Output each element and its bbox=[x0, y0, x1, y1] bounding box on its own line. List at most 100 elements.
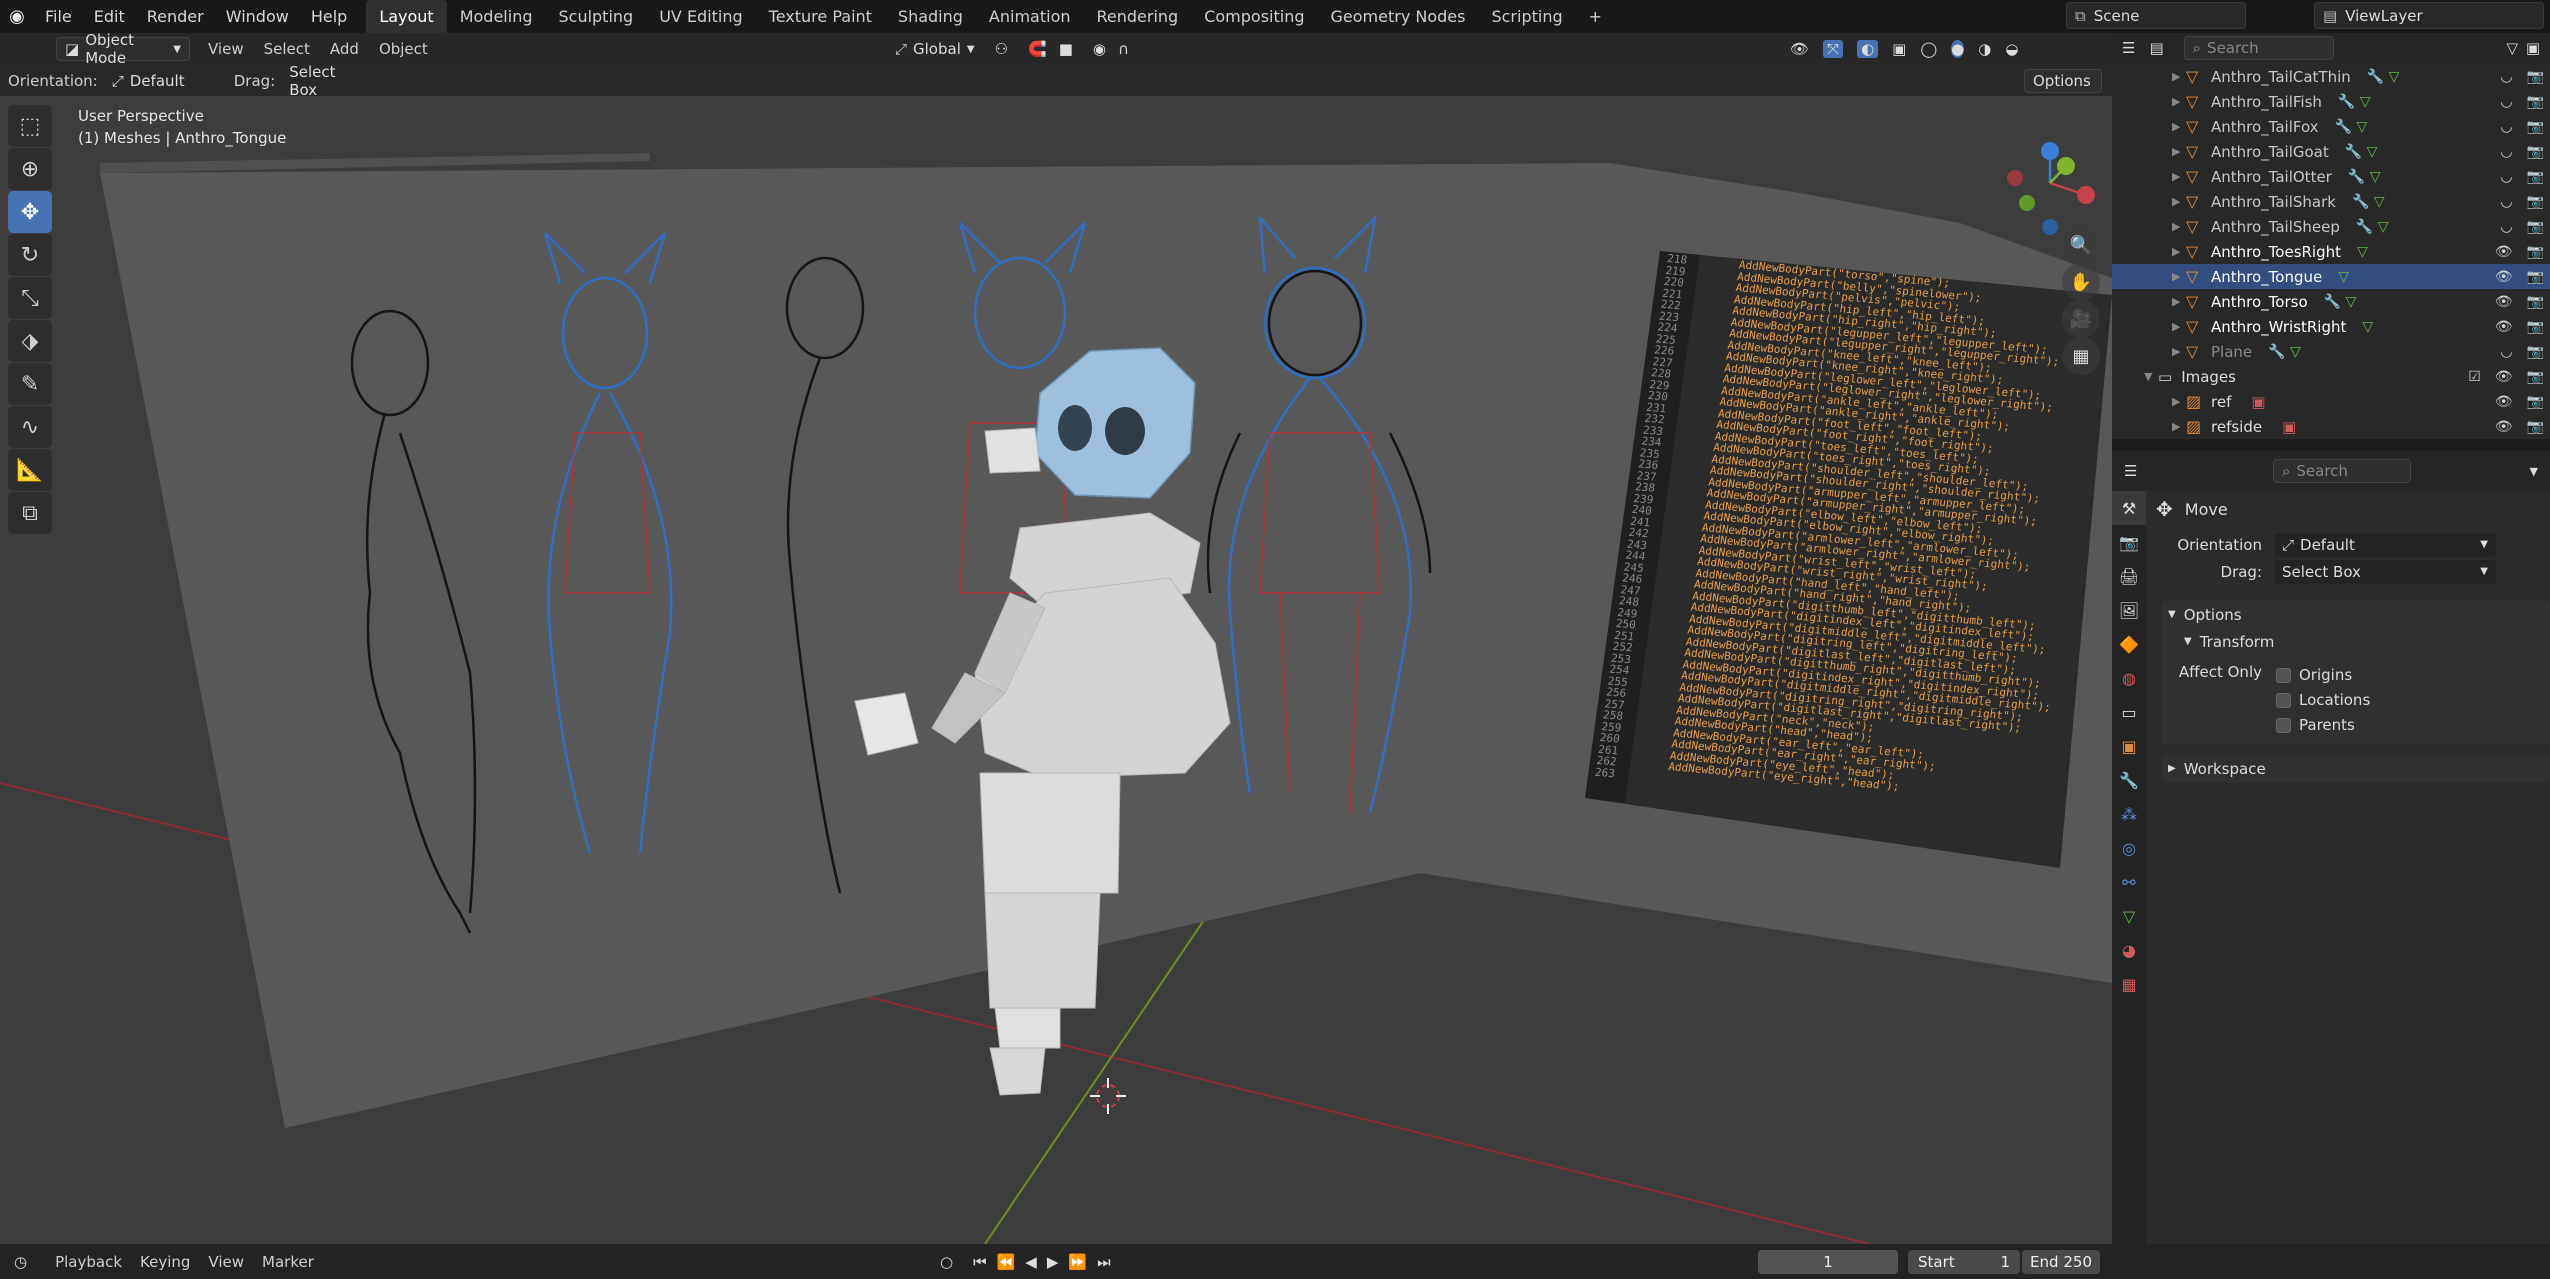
hidden-icon[interactable]: ◡ bbox=[2500, 144, 2512, 160]
eye-icon[interactable]: 👁 bbox=[2495, 269, 2513, 285]
curve-tool-icon[interactable]: ∿ bbox=[8, 406, 52, 448]
play-reverse-icon[interactable]: ◀ bbox=[1025, 1253, 1037, 1271]
parents-checkbox[interactable]: Parents bbox=[2276, 713, 2370, 738]
camera-icon[interactable]: 📷 bbox=[2527, 319, 2544, 335]
properties-search[interactable]: ⌕ Search bbox=[2273, 459, 2411, 483]
record-icon[interactable]: ○ bbox=[940, 1253, 953, 1271]
outliner-item[interactable]: ▶ ▽ Anthro_TailGoat 🔧 ▽ ◡ 📷 bbox=[2112, 139, 2550, 164]
filter-icon[interactable]: ▽ bbox=[2506, 39, 2518, 57]
snap-target-icon[interactable]: ■ bbox=[1059, 40, 1073, 58]
add-cube-tool-icon[interactable]: ⧉ bbox=[8, 492, 52, 534]
hidden-icon[interactable]: ◡ bbox=[2500, 219, 2512, 235]
falloff-icon[interactable]: ∩ bbox=[1118, 40, 1129, 58]
outliner-item[interactable]: ▶ ▽ Anthro_Torso 🔧 ▽ 👁 📷 bbox=[2112, 289, 2550, 314]
display-mode-icon[interactable]: ▤ bbox=[2149, 39, 2163, 57]
collapse-icon[interactable]: ▼ bbox=[2144, 370, 2158, 383]
add-workspace-button[interactable]: + bbox=[1576, 0, 1615, 33]
snap-icon[interactable]: 🧲 bbox=[1028, 40, 1047, 58]
outliner-item[interactable]: ▶ ▨ ref ▣ 👁 📷 bbox=[2112, 389, 2550, 414]
checkbox-icon[interactable]: ☑ bbox=[2468, 369, 2481, 385]
camera-icon[interactable]: 📷 bbox=[2527, 169, 2544, 185]
play-icon[interactable]: ▶ bbox=[1047, 1253, 1059, 1271]
drag-dropdown[interactable]: Select Box ▼ bbox=[2274, 559, 2496, 584]
constraints-tab-icon[interactable]: ⚯ bbox=[2112, 865, 2146, 899]
transform-subpanel-header[interactable]: ▼ Transform bbox=[2162, 628, 2550, 655]
tab-sculpting[interactable]: Sculpting bbox=[545, 0, 646, 33]
expand-icon[interactable]: ▶ bbox=[2172, 70, 2186, 83]
locations-checkbox[interactable]: Locations bbox=[2276, 688, 2370, 713]
camera-icon[interactable]: 📷 bbox=[2527, 394, 2544, 410]
drag-dropdown[interactable]: Select Box bbox=[281, 63, 375, 99]
expand-icon[interactable]: ▶ bbox=[2172, 170, 2186, 183]
data-tab-icon[interactable]: ▽ bbox=[2112, 899, 2146, 933]
move-tool-icon[interactable]: ✥ bbox=[8, 191, 52, 233]
tab-geometry-nodes[interactable]: Geometry Nodes bbox=[1318, 0, 1479, 33]
camera-icon[interactable]: 📷 bbox=[2527, 244, 2544, 260]
expand-icon[interactable]: ▶ bbox=[2172, 395, 2186, 408]
zoom-icon[interactable]: 🔍 bbox=[2062, 226, 2100, 264]
end-frame-field[interactable]: End 250 bbox=[2022, 1249, 2100, 1274]
camera-icon[interactable]: 📷 bbox=[2527, 69, 2544, 85]
pivot-icon[interactable]: ⚇ bbox=[995, 40, 1008, 58]
hidden-icon[interactable]: ◡ bbox=[2500, 94, 2512, 110]
tab-uv-editing[interactable]: UV Editing bbox=[646, 0, 755, 33]
expand-icon[interactable]: ▶ bbox=[2172, 320, 2186, 333]
camera-icon[interactable]: 📷 bbox=[2527, 219, 2544, 235]
orientation-dropdown[interactable]: ⤢ Default bbox=[104, 69, 222, 93]
tab-scripting[interactable]: Scripting bbox=[1478, 0, 1575, 33]
material-shading-icon[interactable]: ◑ bbox=[1978, 40, 1991, 58]
eye-icon[interactable]: 👁 bbox=[2495, 369, 2513, 385]
eye-icon[interactable]: 👁 bbox=[2495, 419, 2513, 435]
visibility-icon[interactable]: 👁 bbox=[1790, 40, 1809, 58]
camera-icon[interactable]: 📷 bbox=[2527, 294, 2544, 310]
expand-icon[interactable]: ▶ bbox=[2172, 95, 2186, 108]
collection-tab-icon[interactable]: ▭ bbox=[2112, 695, 2146, 729]
tool-tab-icon[interactable]: ⚒ bbox=[2112, 491, 2146, 525]
camera-icon[interactable]: 📷 bbox=[2527, 369, 2544, 385]
world-tab-icon[interactable]: ◍ bbox=[2112, 661, 2146, 695]
blender-logo-icon[interactable]: ◉ bbox=[0, 0, 34, 33]
view-menu[interactable]: View bbox=[208, 1253, 244, 1271]
next-keyframe-icon[interactable]: ⏩ bbox=[1068, 1253, 1087, 1271]
material-tab-icon[interactable]: ◕ bbox=[2112, 933, 2146, 967]
scene-selector[interactable]: ⧉ Scene bbox=[2066, 2, 2246, 29]
physics-tab-icon[interactable]: ◎ bbox=[2112, 831, 2146, 865]
hidden-icon[interactable]: ◡ bbox=[2500, 119, 2512, 135]
tab-layout[interactable]: Layout bbox=[366, 0, 447, 33]
view-menu[interactable]: View bbox=[208, 40, 244, 58]
tab-animation[interactable]: Animation bbox=[976, 0, 1084, 33]
chevron-down-icon[interactable]: ▼ bbox=[2530, 465, 2538, 478]
outliner-item[interactable]: ▶ ▽ Anthro_TailCatThin 🔧 ▽ ◡ 📷 bbox=[2112, 64, 2550, 89]
origins-checkbox[interactable]: Origins bbox=[2276, 663, 2370, 688]
proportional-edit-icon[interactable]: ◉ bbox=[1093, 40, 1106, 58]
outliner-item[interactable]: ▶ ▽ Anthro_TailFox 🔧 ▽ ◡ 📷 bbox=[2112, 114, 2550, 139]
hidden-icon[interactable]: ◡ bbox=[2500, 169, 2512, 185]
overlay-icon[interactable]: ◐ bbox=[1857, 40, 1879, 58]
outliner-item-selected[interactable]: ▶ ▽ Anthro_Tongue ▽ 👁 📷 bbox=[2112, 264, 2550, 289]
properties-editor-icon[interactable]: ☰ bbox=[2124, 462, 2137, 480]
wireframe-shading-icon[interactable]: ◯ bbox=[1920, 40, 1937, 58]
camera-icon[interactable]: 📷 bbox=[2527, 344, 2544, 360]
outliner-item[interactable]: ▶ ▽ Anthro_WristRight ▽ 👁 📷 bbox=[2112, 314, 2550, 339]
eye-icon[interactable]: 👁 bbox=[2495, 244, 2513, 260]
rendered-shading-icon[interactable]: ◒ bbox=[2005, 40, 2018, 58]
outliner-item[interactable]: ▶ ▽ Anthro_TailOtter 🔧 ▽ ◡ 📷 bbox=[2112, 164, 2550, 189]
menu-edit[interactable]: Edit bbox=[83, 0, 136, 33]
options-panel-header[interactable]: ▼ Options bbox=[2162, 601, 2550, 628]
tab-shading[interactable]: Shading bbox=[885, 0, 976, 33]
expand-icon[interactable]: ▶ bbox=[2172, 220, 2186, 233]
menu-render[interactable]: Render bbox=[136, 0, 215, 33]
jump-end-icon[interactable]: ⏭ bbox=[1097, 1253, 1111, 1271]
camera-icon[interactable]: 📷 bbox=[2527, 119, 2544, 135]
rotate-tool-icon[interactable]: ↻ bbox=[8, 234, 52, 276]
hidden-icon[interactable]: ◡ bbox=[2500, 69, 2512, 85]
menu-file[interactable]: File bbox=[34, 0, 83, 33]
tab-texture-paint[interactable]: Texture Paint bbox=[756, 0, 885, 33]
new-collection-icon[interactable]: ▣ bbox=[2526, 39, 2540, 57]
expand-icon[interactable]: ▶ bbox=[2172, 120, 2186, 133]
view-layer-selector[interactable]: ▤ ViewLayer bbox=[2314, 2, 2544, 29]
hidden-icon[interactable]: ◡ bbox=[2500, 344, 2512, 360]
outliner-collection[interactable]: ▼ ▭ Images ☑ 👁 📷 bbox=[2112, 364, 2550, 389]
mode-dropdown[interactable]: ◪ Object Mode ▼ bbox=[56, 33, 190, 67]
xray-icon[interactable]: ▣ bbox=[1892, 40, 1906, 58]
